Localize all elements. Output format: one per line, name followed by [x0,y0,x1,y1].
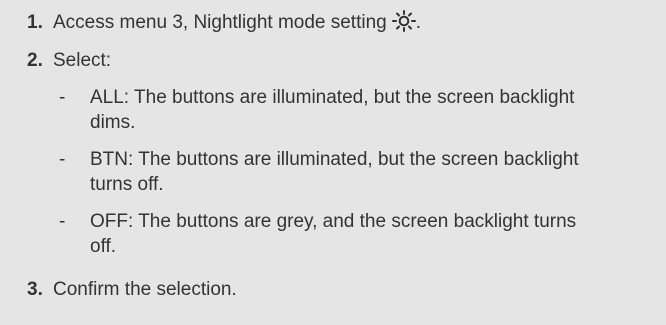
option-item-off: - OFF: The buttons are grey, and the scr… [27,209,644,259]
step-text: Confirm the selection. [53,279,237,300]
option-item-all: - ALL: The buttons are illuminated, but … [27,85,644,135]
option-text: BTN: The buttons are illuminated, but th… [90,149,579,195]
step-text: Access menu 3, Nightlight mode setting . [53,10,644,35]
option-list: - ALL: The buttons are illuminated, but … [27,85,644,259]
option-text: ALL: The buttons are illuminated, but th… [90,87,575,133]
option-bullet: - [59,87,66,108]
step-number: 2. [27,50,43,71]
option-bullet: - [59,149,66,170]
step-number: 3. [27,279,43,300]
step-1-suffix: . [415,12,422,33]
instruction-steps: 1. Access menu 3, Nightlight mode settin… [0,0,666,325]
step-number: 1. [27,12,43,33]
step-3: 3. Confirm the selection. [27,277,644,302]
step-text: Select: [53,50,112,71]
option-bullet: - [59,211,66,232]
nightlight-sun-icon [391,10,416,32]
step-2: 2. Select: [27,48,644,73]
step-1-label: Access menu 3, Nightlight mode setting [53,12,387,33]
option-item-btn: - BTN: The buttons are illuminated, but … [27,147,644,197]
step-1: 1. Access menu 3, Nightlight mode settin… [27,10,644,35]
option-text: OFF: The buttons are grey, and the scree… [90,211,577,257]
